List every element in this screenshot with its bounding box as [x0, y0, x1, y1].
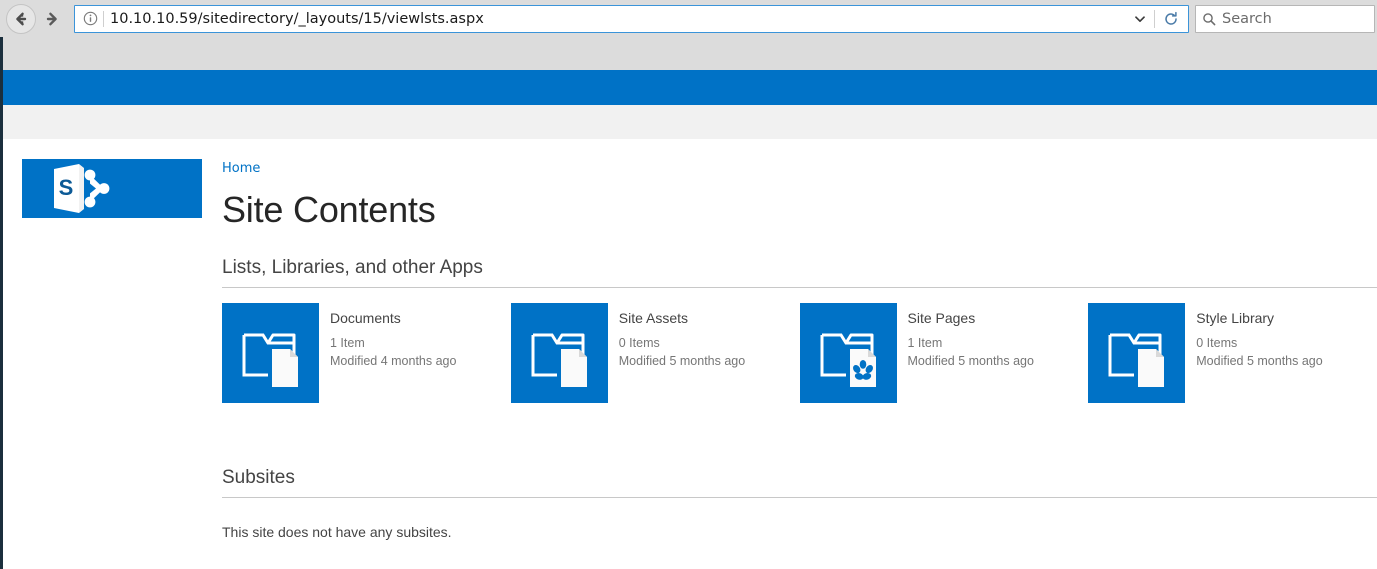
- app-tile-meta: Site Assets 0 Items Modified 5 months ag…: [608, 303, 800, 403]
- info-circle-icon[interactable]: [79, 11, 101, 26]
- reload-icon: [1165, 11, 1177, 25]
- subsites-section-heading: Subsites: [222, 467, 295, 488]
- browser-search-box[interactable]: Search: [1195, 4, 1375, 33]
- app-tile-documents[interactable]: Documents 1 Item Modified 4 months ago: [222, 303, 511, 403]
- sharepoint-logo-icon: S: [54, 164, 110, 213]
- browser-toolbar: 10.10.10.59/sitedirectory/_layouts/15/vi…: [0, 0, 1377, 37]
- folder-document-icon: [510, 303, 608, 403]
- app-tile-count: 0 Items: [618, 336, 660, 350]
- reload-separator: [1154, 9, 1155, 28]
- apps-section-heading: Lists, Libraries, and other Apps: [222, 257, 483, 278]
- browser-search-placeholder: Search: [1222, 10, 1272, 27]
- ribbon-strip: [0, 105, 1377, 139]
- window-left-border: [0, 37, 3, 569]
- folder-page-pinwheel-icon: [799, 303, 897, 403]
- breadcrumb-home-link[interactable]: Home: [222, 161, 1377, 177]
- subsites-section-divider: [222, 497, 1377, 498]
- app-tile-title: Site Assets: [618, 310, 689, 326]
- address-separator: [103, 10, 104, 27]
- app-tile-count: 1 Item: [330, 336, 365, 350]
- app-tile-meta: Documents 1 Item Modified 4 months ago: [319, 303, 511, 403]
- app-tile-meta: Style Library 0 Items Modified 5 months …: [1185, 303, 1377, 403]
- site-contents-page: Home Site Contents Lists, Libraries, and…: [222, 139, 1377, 541]
- app-tile-count: 0 Items: [1196, 336, 1238, 350]
- app-tile-count: 1 Item: [907, 336, 943, 350]
- app-tile-title: Site Pages: [907, 310, 976, 326]
- forward-button[interactable]: [38, 5, 66, 33]
- chevron-down-icon[interactable]: [1129, 12, 1151, 26]
- suite-bar: [0, 70, 1377, 105]
- app-tile-modified: Modified 5 months ago: [907, 354, 1034, 368]
- back-arrow-icon: [16, 12, 27, 25]
- browser-chrome: 10.10.10.59/sitedirectory/_layouts/15/vi…: [0, 0, 1377, 70]
- app-tile-title: Documents: [330, 310, 401, 326]
- app-tile-modified: Modified 4 months ago: [330, 354, 457, 368]
- page-title: Site Contents: [222, 189, 436, 230]
- app-tile-style-library[interactable]: Style Library 0 Items Modified 5 months …: [1088, 303, 1377, 403]
- url-text: 10.10.10.59/sitedirectory/_layouts/15/vi…: [110, 10, 484, 27]
- apps-section-divider: [222, 287, 1377, 288]
- app-tile-site-assets[interactable]: Site Assets 0 Items Modified 5 months ag…: [510, 303, 800, 403]
- apps-tile-grid: Documents 1 Item Modified 4 months ago S…: [222, 303, 1377, 403]
- app-tile-meta: Site Pages 1 Item Modified 5 months ago: [897, 303, 1089, 403]
- address-bar[interactable]: 10.10.10.59/sitedirectory/_layouts/15/vi…: [74, 4, 1189, 33]
- app-tile-site-pages[interactable]: Site Pages 1 Item Modified 5 months ago: [799, 303, 1089, 403]
- app-tile-modified: Modified 5 months ago: [1196, 354, 1323, 368]
- app-tile-title: Style Library: [1196, 310, 1275, 326]
- back-button[interactable]: [6, 3, 36, 34]
- app-tile-modified: Modified 5 months ago: [618, 354, 746, 368]
- subsites-empty-message: This site does not have any subsites.: [222, 524, 452, 540]
- folder-document-icon: [1088, 303, 1186, 403]
- folder-document-icon: [222, 303, 319, 403]
- reload-button[interactable]: [1158, 11, 1184, 27]
- sharepoint-logo[interactable]: S: [22, 159, 202, 218]
- magnifier-icon: [1202, 12, 1216, 26]
- forward-arrow-icon: [46, 12, 57, 25]
- svg-text:S: S: [59, 175, 74, 200]
